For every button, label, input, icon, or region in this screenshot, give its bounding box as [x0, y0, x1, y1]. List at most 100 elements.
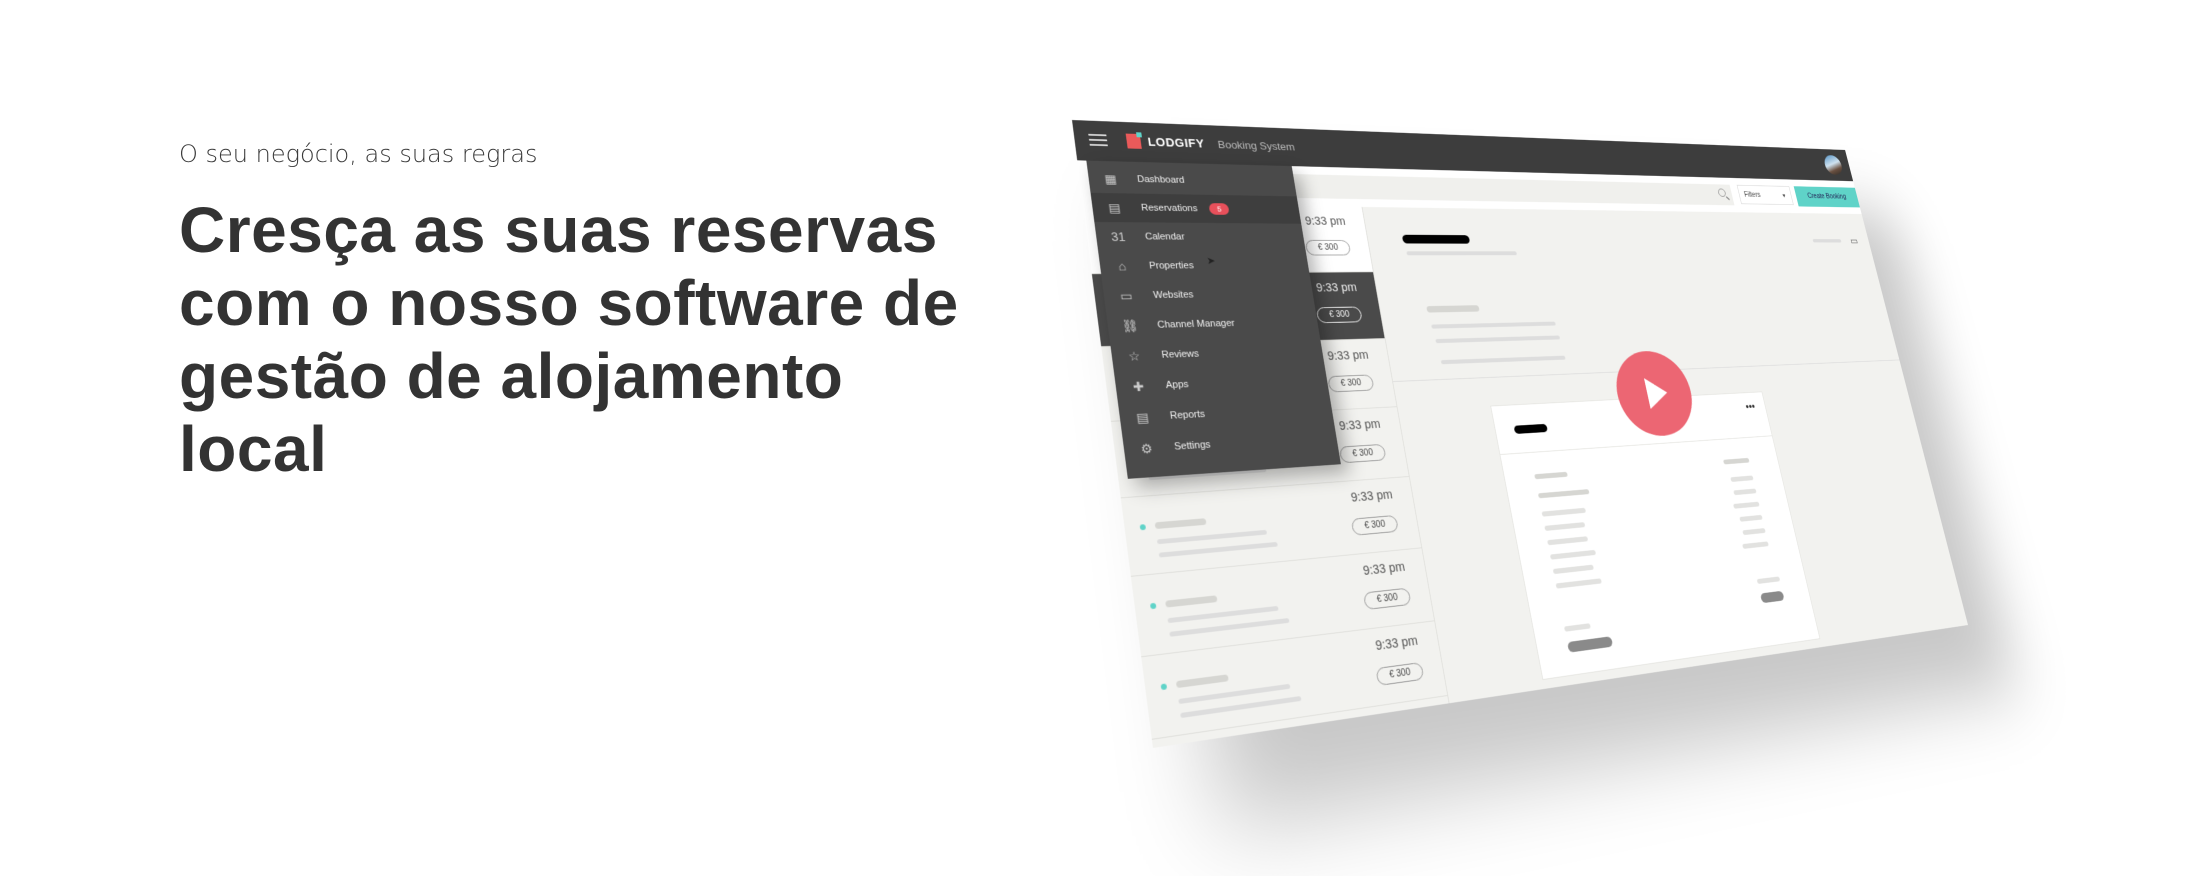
sidebar-item-label: Dashboard — [1137, 174, 1186, 185]
booking-price: € 300 — [1363, 588, 1412, 610]
house-icon: ⌂ — [1112, 259, 1132, 273]
divider — [1500, 435, 1772, 455]
report-icon: ▤ — [1132, 409, 1153, 425]
text-placeholder — [1733, 502, 1760, 509]
grid-icon: ▦ — [1100, 171, 1120, 186]
text-placeholder — [1157, 530, 1267, 544]
hamburger-menu-icon[interactable] — [1088, 134, 1108, 150]
comment-icon[interactable]: ▭ — [1849, 235, 1859, 246]
text-placeholder — [1553, 565, 1594, 575]
text-placeholder — [1723, 458, 1750, 465]
text-placeholder — [1426, 305, 1479, 312]
sidebar-item-label: Channel Manager — [1157, 318, 1236, 330]
link-icon: ⛓ — [1120, 318, 1140, 333]
count-badge: 5 — [1209, 203, 1230, 215]
logo: LODGIFY Booking System — [1126, 134, 1296, 154]
sidebar-item-properties[interactable]: ⌂ Properties ➤ — [1098, 251, 1310, 281]
mouse-cursor-icon: ➤ — [1206, 255, 1216, 267]
browser-window-icon: ▭ — [1116, 288, 1136, 303]
card-title-placeholder — [1514, 424, 1548, 434]
puzzle-icon: ✚ — [1128, 379, 1149, 395]
text-placeholder — [1542, 508, 1587, 517]
text-placeholder — [1159, 542, 1278, 558]
create-booking-button[interactable]: Create Booking — [1794, 186, 1860, 207]
text-placeholder — [1431, 322, 1556, 329]
booking-time: 9:33 pm — [1338, 417, 1381, 433]
text-placeholder — [1550, 550, 1596, 560]
sidebar-item-websites[interactable]: ▭ Websites — [1102, 279, 1315, 311]
lodgify-logo-icon — [1126, 134, 1142, 149]
booking-price: € 300 — [1351, 515, 1399, 536]
calendar-icon: 31 — [1108, 230, 1128, 244]
text-placeholder — [1544, 522, 1585, 531]
status-dot — [1150, 603, 1157, 609]
sidebar-item-label: Calendar — [1145, 232, 1186, 242]
sidebar-item-label: Apps — [1165, 379, 1189, 391]
sidebar-item-reservations[interactable]: ▤ Reservations 5 — [1091, 193, 1302, 224]
text-placeholder — [1435, 335, 1560, 343]
booking-detail: ▭ ••• — [1362, 207, 1968, 703]
clipboard-user-icon: ▤ — [1104, 200, 1124, 215]
booking-time: 9:33 pm — [1350, 487, 1394, 504]
text-placeholder — [1742, 528, 1765, 535]
booking-time: 9:33 pm — [1304, 214, 1346, 227]
text-placeholder — [1812, 239, 1841, 242]
sidebar-item-label: Reservations — [1141, 203, 1199, 214]
booking-price: € 300 — [1375, 662, 1424, 686]
headline: Cresça as suas reservas com o nosso soft… — [179, 194, 1079, 486]
text-placeholder — [1757, 576, 1780, 584]
filters-dropdown[interactable]: Filters ▼ — [1737, 185, 1794, 205]
booking-price: € 300 — [1305, 240, 1352, 255]
booking-time: 9:33 pm — [1315, 280, 1358, 294]
caret-down-icon: ▼ — [1780, 187, 1789, 206]
product-name: Booking System — [1217, 138, 1296, 152]
status-dot — [1140, 524, 1146, 530]
search-icon — [1717, 189, 1726, 197]
sidebar-item-calendar[interactable]: 31 Calendar — [1094, 222, 1305, 251]
hero: O seu negócio, as suas regras Cresça as … — [179, 140, 1079, 486]
gear-icon: ⚙ — [1136, 440, 1157, 457]
sidebar-item-dashboard[interactable]: ▦ Dashboard — [1087, 164, 1297, 196]
text-placeholder — [1155, 518, 1207, 529]
sidebar-item-label: Reports — [1169, 409, 1205, 422]
brand-name: LODGIFY — [1147, 135, 1205, 150]
booking-price: € 300 — [1339, 444, 1387, 463]
title-placeholder — [1402, 235, 1470, 244]
text-placeholder — [1564, 623, 1591, 632]
headline-line: gestão de alojamento — [179, 340, 1079, 413]
booking-time: 9:33 pm — [1374, 633, 1419, 653]
action-button[interactable] — [1567, 636, 1613, 652]
app-mockup: LODGIFY Booking System Filters ▼ Create B… — [1072, 120, 1968, 748]
text-placeholder — [1556, 578, 1602, 588]
text-placeholder — [1547, 536, 1588, 545]
text-placeholder — [1739, 515, 1762, 522]
text-placeholder — [1534, 472, 1568, 479]
headline-line: Cresça as suas reservas — [179, 194, 1079, 267]
text-placeholder — [1538, 489, 1590, 498]
booking-time: 9:33 pm — [1326, 348, 1369, 363]
star-icon: ☆ — [1124, 348, 1144, 364]
sidebar-item-label: Reviews — [1161, 349, 1200, 361]
text-placeholder — [1406, 251, 1517, 255]
sidebar-item-label: Properties — [1149, 261, 1195, 271]
headline-line: local — [179, 413, 1079, 486]
action-button[interactable] — [1760, 591, 1785, 603]
text-placeholder — [1176, 674, 1229, 688]
eyebrow-text: O seu negócio, as suas regras — [179, 140, 1079, 168]
search-input[interactable] — [1277, 174, 1735, 206]
filters-label: Filters — [1744, 191, 1762, 199]
status-dot — [1161, 683, 1168, 690]
booking-price: € 300 — [1327, 374, 1374, 392]
headline-line: com o nosso software de — [179, 267, 1079, 340]
text-placeholder — [1742, 541, 1769, 549]
sidebar-item-label: Settings — [1174, 439, 1212, 452]
text-placeholder — [1165, 595, 1217, 607]
booking-time: 9:33 pm — [1362, 559, 1406, 578]
text-placeholder — [1730, 475, 1753, 482]
booking-price: € 300 — [1316, 307, 1363, 324]
avatar[interactable] — [1822, 155, 1843, 175]
text-placeholder — [1733, 489, 1756, 496]
more-options-icon[interactable]: ••• — [1744, 400, 1756, 412]
sidebar-item-label: Websites — [1153, 290, 1195, 301]
text-placeholder — [1441, 356, 1566, 365]
